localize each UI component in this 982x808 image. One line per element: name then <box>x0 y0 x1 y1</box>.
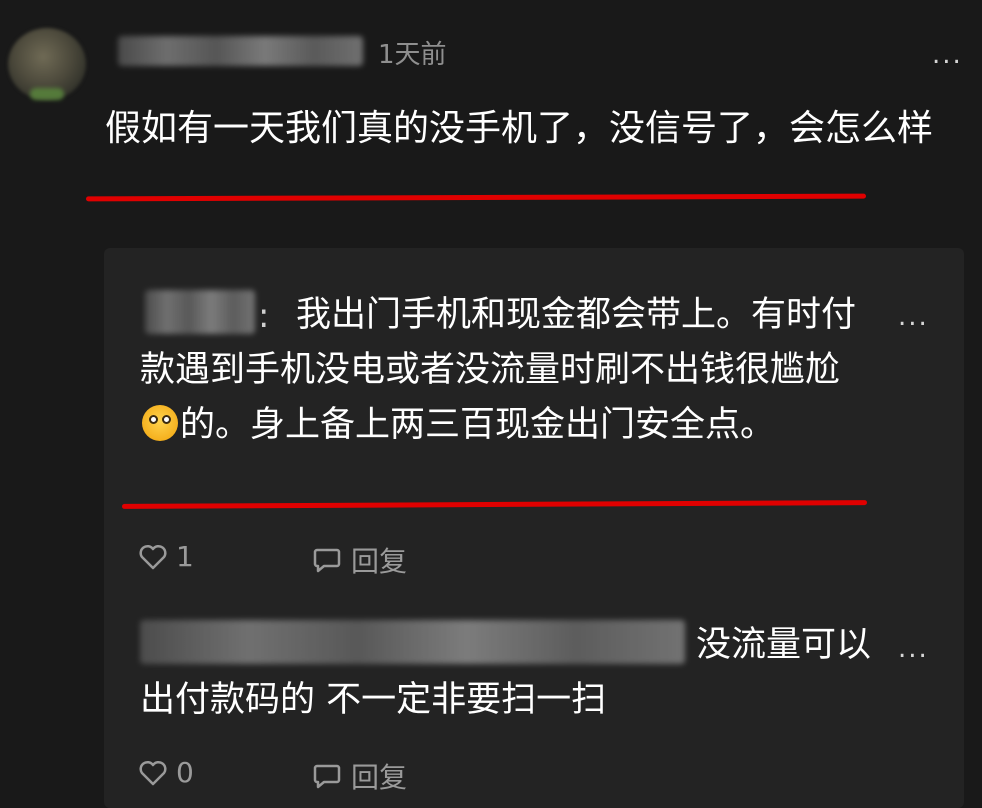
comment-icon <box>313 763 341 789</box>
heart-icon <box>138 759 168 787</box>
reply-label: 回复 <box>351 761 408 794</box>
red-underline-annotation <box>85 193 867 202</box>
username-blurred[interactable] <box>118 36 363 66</box>
reply-label: 回复 <box>351 545 408 578</box>
main-comment-text: 假如有一天我们真的没手机了，没信号了，会怎么样 <box>105 108 934 149</box>
like-count: 0 <box>176 756 194 789</box>
heart-icon <box>138 543 168 571</box>
reply-text-part1: 我出门手机和现金都会带上。有时付款遇到手机没电或者没流量时刷不出钱很尴尬 <box>140 295 857 390</box>
reply-text: 没流量可以出付款码的 不一定非要扫一扫 <box>140 625 872 720</box>
like-count: 1 <box>176 540 194 573</box>
avatar-detail <box>30 88 64 100</box>
reply-more-options-icon[interactable]: ... <box>898 634 929 664</box>
reply-text-part2: 的。身上备上两三百现金出门安全点。 <box>180 405 776 445</box>
reply-more-options-icon[interactable]: ... <box>898 302 929 332</box>
post-time: 1天前 <box>378 40 447 70</box>
more-options-icon[interactable]: ... <box>932 40 963 70</box>
like-button[interactable]: 0 <box>138 756 194 789</box>
comment-icon <box>313 547 341 573</box>
reply-button[interactable]: 回复 <box>313 756 407 796</box>
reply-button[interactable]: 回复 <box>313 540 407 580</box>
flushed-face-emoji-icon <box>142 405 178 441</box>
like-button[interactable]: 1 <box>138 540 194 573</box>
reply-text: 我出门手机和现金都会带上。有时付款遇到手机没电或者没流量时刷不出钱很尴尬的。身上… <box>140 288 870 453</box>
